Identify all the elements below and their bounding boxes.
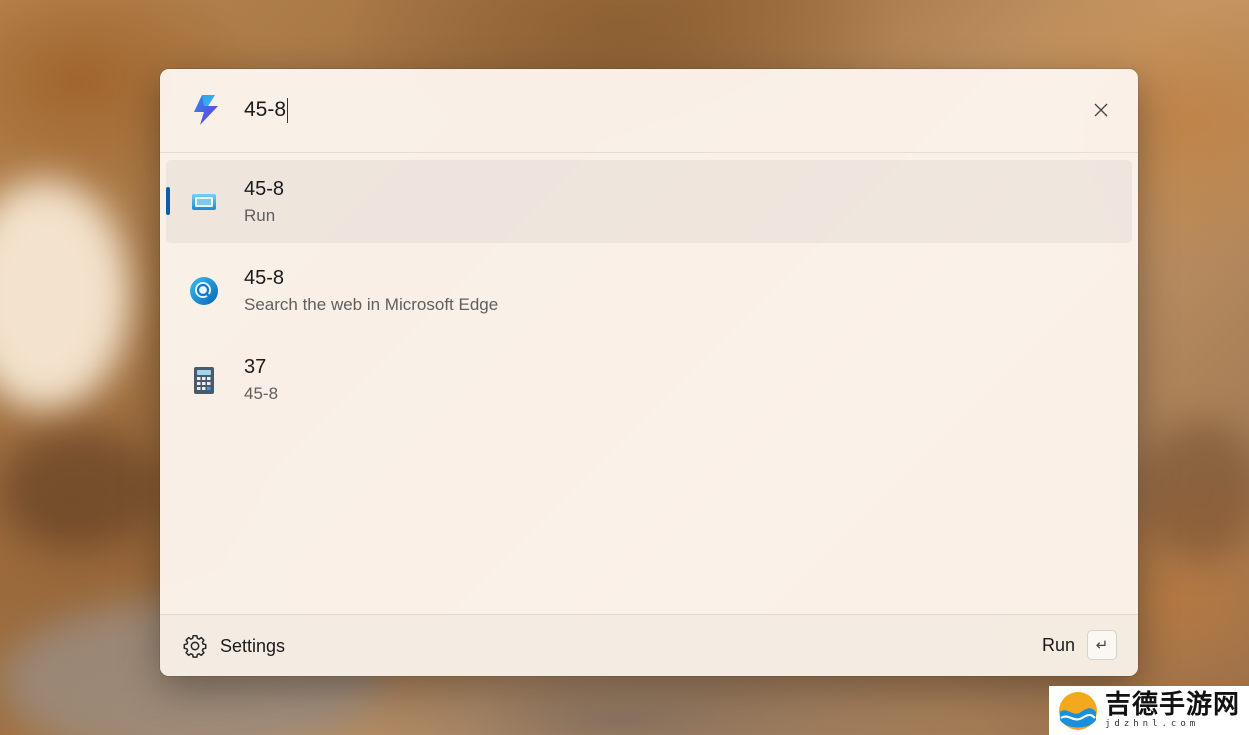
- gear-icon: [183, 634, 207, 658]
- site-watermark: 吉德手游网 jdzhnl.com: [1049, 686, 1249, 735]
- wallpaper-shadow: [1140, 420, 1249, 560]
- result-subtitle: Search the web in Microsoft Edge: [244, 295, 499, 314]
- wallpaper: [0, 180, 130, 410]
- settings-label: Settings: [220, 635, 286, 656]
- result-subtitle: Run: [244, 206, 276, 225]
- result-title: 45-8: [244, 267, 285, 289]
- enter-key-icon: ↵: [1087, 630, 1117, 660]
- settings-button[interactable]: Settings: [182, 632, 285, 660]
- result-item-web-search[interactable]: 45-8 Search the web in Microsoft Edge: [166, 249, 1132, 332]
- result-title: 37: [244, 356, 267, 378]
- watermark-title: 吉德手游网: [1105, 690, 1241, 720]
- search-input[interactable]: 45-8: [244, 95, 289, 125]
- wallpaper-shadow: [0, 430, 160, 550]
- result-item-run[interactable]: 45-8 Run: [166, 160, 1132, 243]
- watermark-url: jdzhnl.com: [1105, 719, 1200, 729]
- result-title: 45-8: [244, 178, 285, 200]
- close-icon: [1094, 103, 1108, 117]
- edge-search-icon: [190, 277, 218, 305]
- clear-button[interactable]: [1088, 97, 1114, 123]
- run-icon: [192, 194, 216, 210]
- text-caret: [287, 97, 289, 123]
- selection-indicator: [166, 187, 170, 215]
- primary-action-label[interactable]: Run: [1042, 635, 1075, 656]
- wave-logo-icon: [1059, 691, 1097, 730]
- search-bar: 45-8: [160, 69, 1138, 153]
- footer-bar: Settings Run ↵: [160, 614, 1138, 676]
- search-query: 45-8: [244, 98, 287, 121]
- lightning-icon: [194, 95, 218, 125]
- command-palette: 45-8 45-8 Run 45-8 Search the web in Mic…: [160, 69, 1138, 676]
- result-subtitle: 45-8: [244, 384, 279, 403]
- result-item-calculator[interactable]: 37 45-8: [166, 338, 1132, 421]
- calculator-icon: [194, 367, 214, 394]
